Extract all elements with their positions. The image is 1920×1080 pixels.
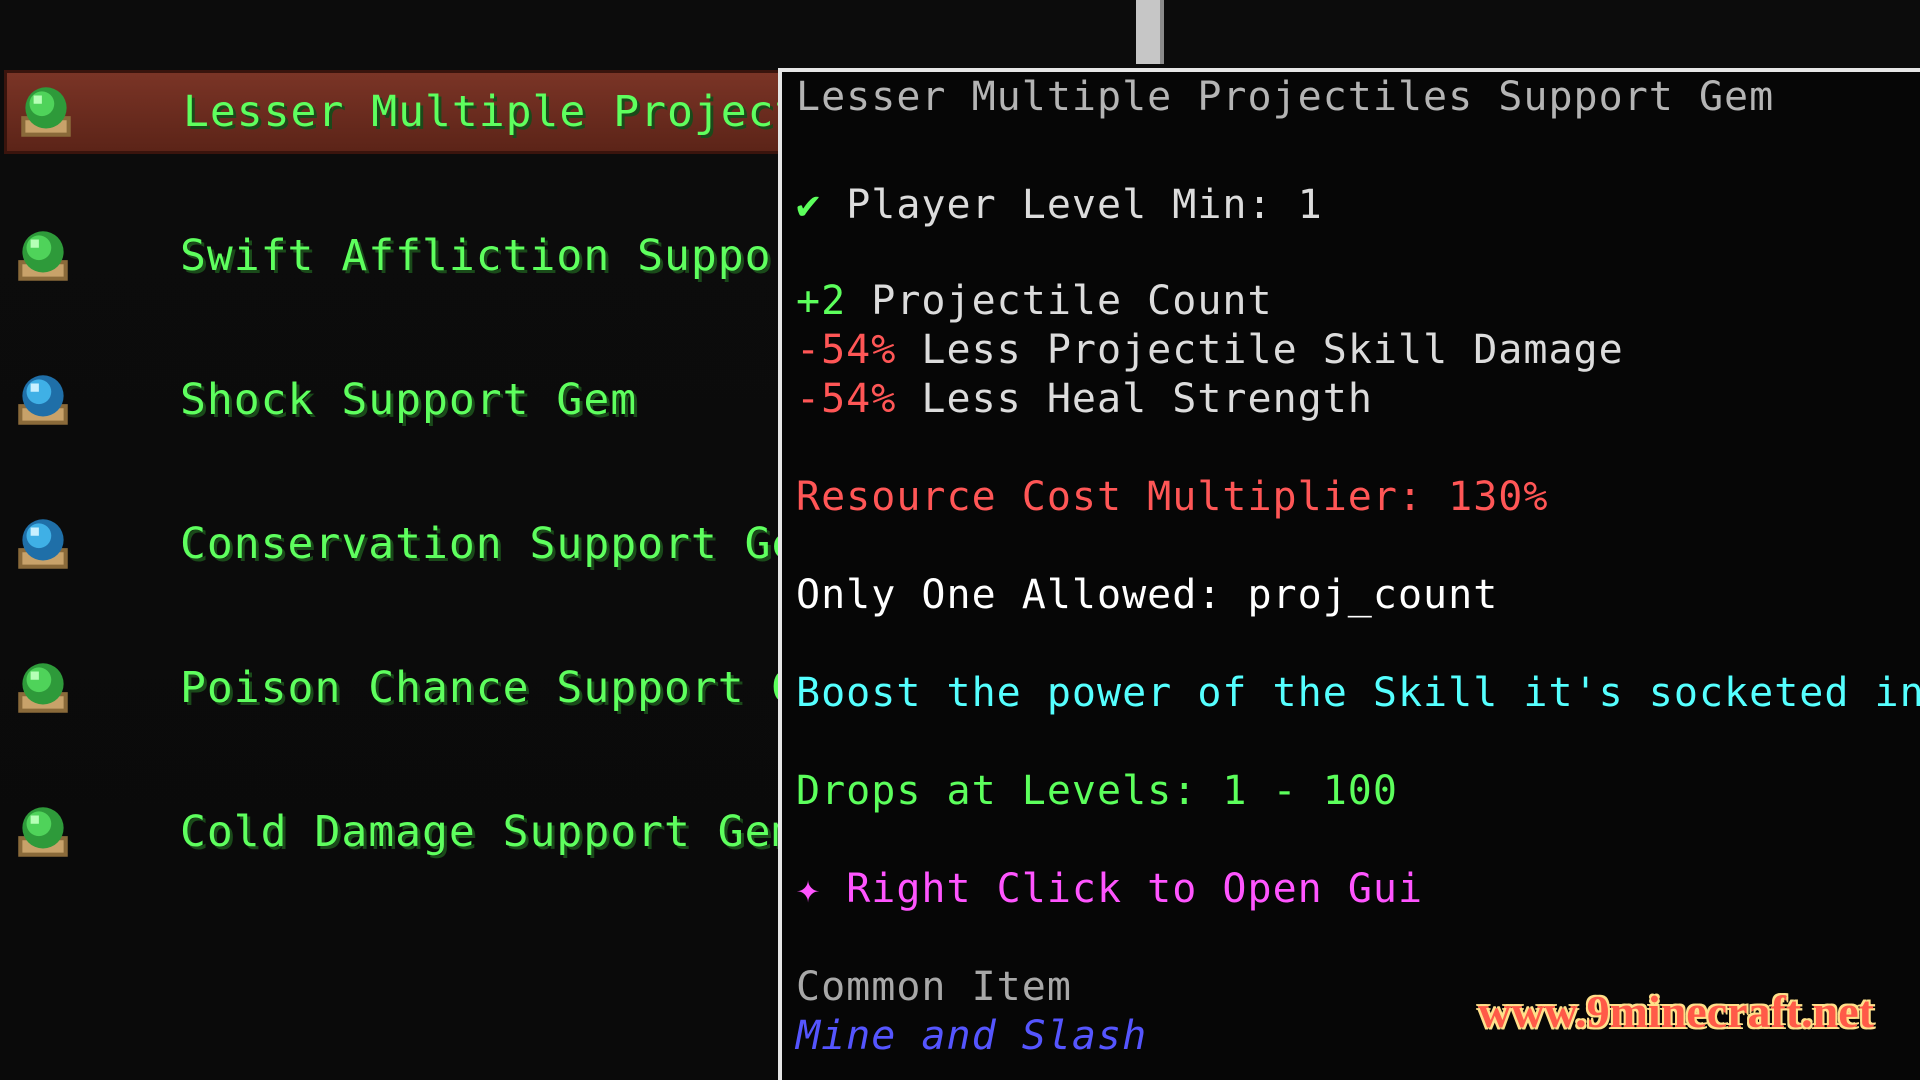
stat-value: +2 xyxy=(796,278,847,324)
stat-value: -54% xyxy=(796,327,897,373)
right-click-hint: ✦ Right Click to Open Gui xyxy=(796,866,1423,912)
green-gem-icon xyxy=(18,663,68,713)
gem-list-item[interactable]: Swift Affliction Support Gem xyxy=(4,214,932,298)
tooltip-title: Lesser Multiple Projectiles Support Gem xyxy=(796,74,1775,120)
gem-list-item[interactable]: Cold Damage Support Gem xyxy=(4,790,797,874)
gem-list-item[interactable]: Shock Support Gem xyxy=(4,358,790,442)
game-screen: Lesser Multiple Projectiles Support Gem … xyxy=(0,0,1920,1080)
gem-list-item-label: Poison Chance Support Gem xyxy=(180,663,853,713)
stat-line: -54% Less Heal Strength xyxy=(796,376,1373,422)
requirement-text: Player Level Min: 1 xyxy=(846,182,1323,228)
blue-gem-icon xyxy=(18,375,68,425)
stat-line: -54% Less Projectile Skill Damage xyxy=(796,327,1624,373)
drop-levels: Drops at Levels: 1 - 100 xyxy=(796,768,1398,814)
stat-text: Less Heal Strength xyxy=(921,376,1373,422)
resource-cost: Resource Cost Multiplier: 130% xyxy=(796,474,1549,520)
diamond-icon: ✦ xyxy=(796,866,822,912)
mod-name: Mine and Slash xyxy=(796,1013,1148,1059)
gem-list-item[interactable]: Conservation Support Gem xyxy=(4,502,824,586)
gem-list-item-label: Cold Damage Support Gem xyxy=(180,807,799,857)
scrollbar-thumb[interactable] xyxy=(1136,0,1164,64)
rarity: Common Item xyxy=(796,964,1072,1010)
right-click-text: Right Click to Open Gui xyxy=(846,866,1424,912)
blue-gem-icon xyxy=(18,519,68,569)
gem-list-item-selected[interactable]: Lesser Multiple Projectiles Support Gem xyxy=(4,70,1231,154)
gem-list-item[interactable]: Poison Chance Support Gem xyxy=(4,646,851,730)
gem-list-item-label: Conservation Support Gem xyxy=(180,519,826,569)
green-gem-icon xyxy=(18,807,68,857)
gem-list: Lesser Multiple Projectiles Support Gem … xyxy=(0,70,1231,1080)
stat-value: -54% xyxy=(796,376,897,422)
only-one-allowed: Only One Allowed: proj_count xyxy=(796,572,1499,618)
watermark: www.9minecraft.net xyxy=(1477,986,1874,1037)
description: Boost the power of the Skill it's socket… xyxy=(796,670,1920,716)
stat-text: Less Projectile Skill Damage xyxy=(921,327,1624,373)
check-icon: ✔ xyxy=(796,182,822,228)
requirement-line: ✔ Player Level Min: 1 xyxy=(796,182,1323,228)
stat-line: +2 Projectile Count xyxy=(796,278,1273,324)
item-tooltip: Lesser Multiple Projectiles Support Gem … xyxy=(778,68,1920,1080)
green-gem-icon xyxy=(18,231,68,281)
gem-list-item-label: Shock Support Gem xyxy=(180,375,638,425)
green-gem-icon xyxy=(21,87,71,137)
stat-text: Projectile Count xyxy=(871,278,1273,324)
